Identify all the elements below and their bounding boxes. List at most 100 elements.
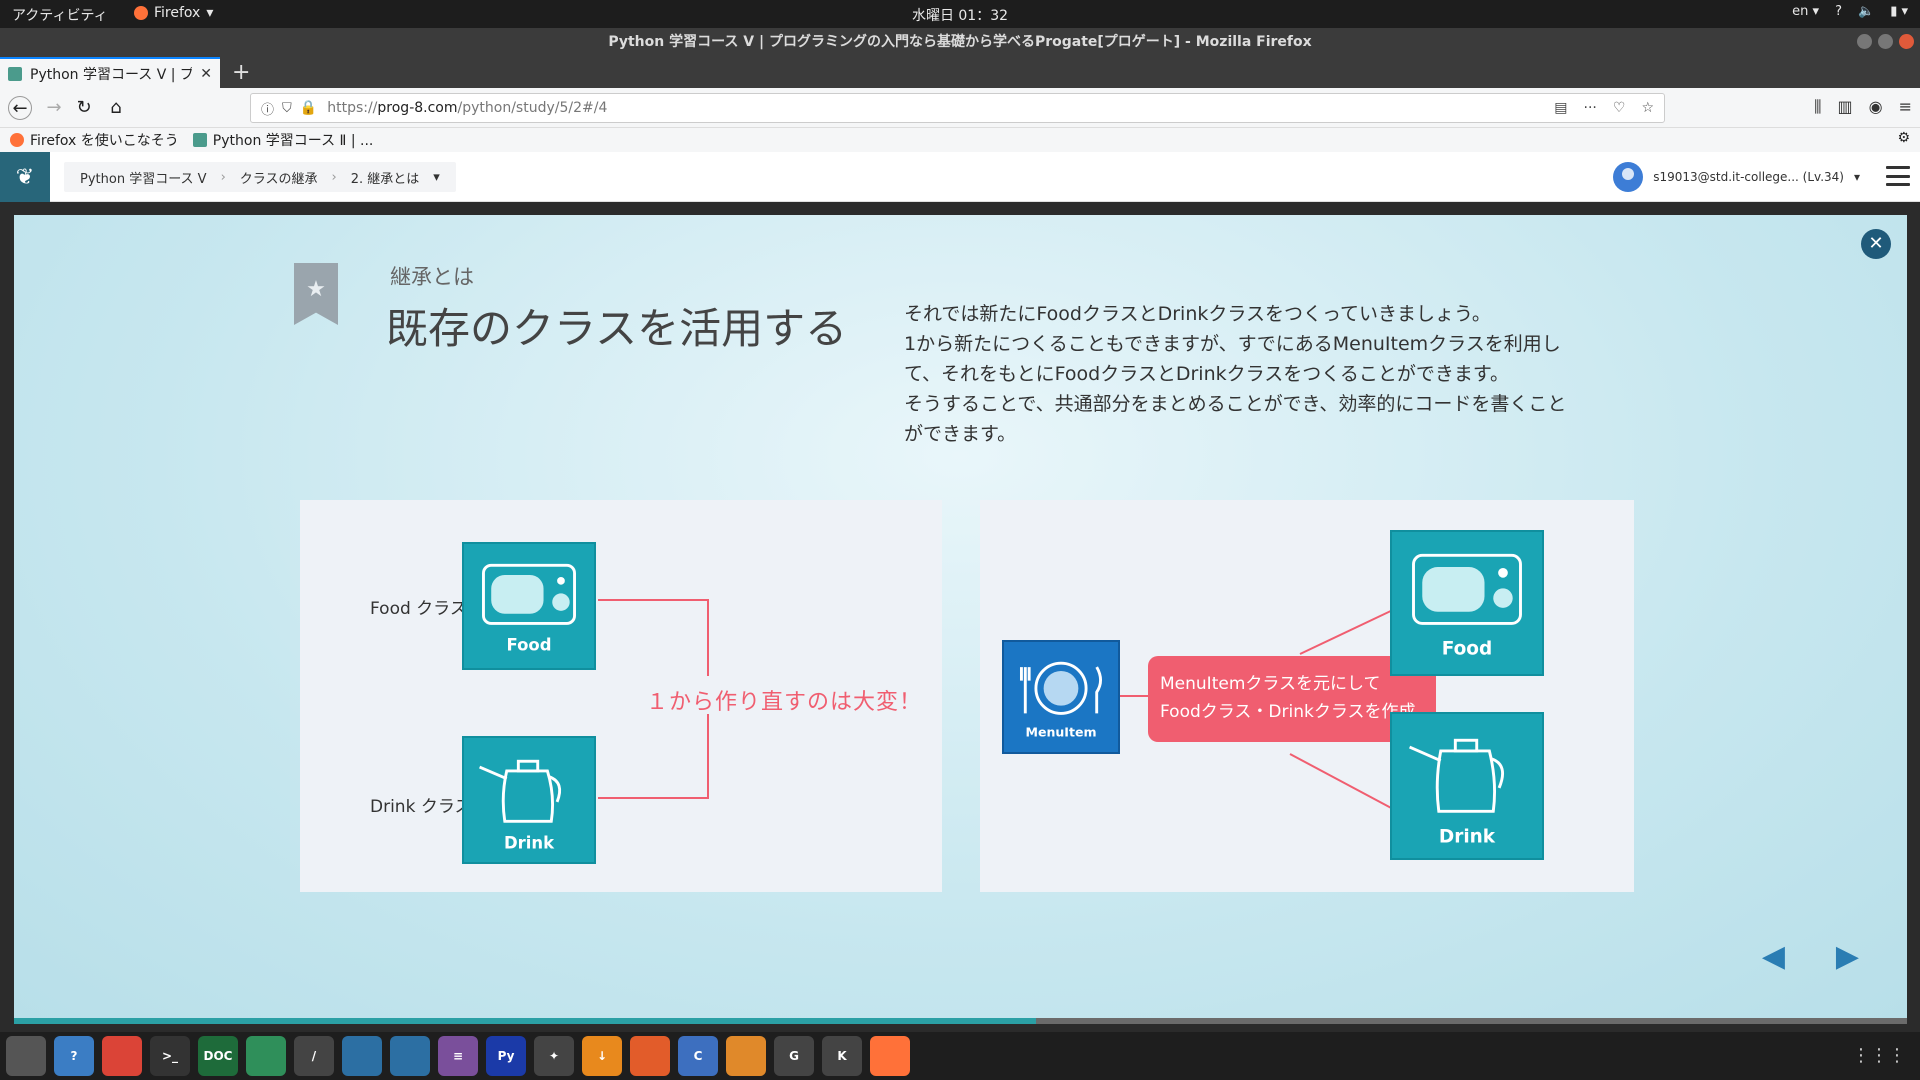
battery-icon[interactable]: ▮ ▾ <box>1890 4 1908 19</box>
tab-strip: Python 学習コース Ⅴ | プ ✕ + <box>0 57 1920 88</box>
close-slide-button[interactable]: ✕ <box>1861 229 1891 259</box>
food-icon: Food <box>1390 530 1544 676</box>
diagram-right-panel: MenuItem MenuItemクラスを元にして Foodクラス・Drinkク… <box>980 500 1634 892</box>
doc-icon[interactable]: DOC <box>198 1036 238 1076</box>
url-bar-actions: ▤ ··· ♡ ☆ <box>1554 100 1654 116</box>
info-icon[interactable]: ⓘ <box>261 99 274 118</box>
sparkle-icon[interactable]: ✦ <box>534 1036 574 1076</box>
new-tab-button[interactable]: + <box>232 60 250 85</box>
window-controls <box>1857 34 1914 49</box>
system-top-bar: アクティビティ Firefox ▾ 水曜日 01：32 en ▾ ? 🔈 ▮ ▾ <box>0 0 1920 28</box>
eclipse1-icon[interactable] <box>342 1036 382 1076</box>
warning-message: １から作り直すのは大変！ <box>646 690 923 715</box>
slide-title: 既存のクラスを活用する <box>386 304 848 353</box>
gear-icon[interactable]: ⚙ <box>1897 130 1910 146</box>
help-icon[interactable]: ? <box>54 1036 94 1076</box>
drink-icon-text: Drink <box>1439 826 1496 847</box>
food-icon: Food <box>462 542 596 670</box>
language-indicator[interactable]: en ▾ <box>1792 4 1819 19</box>
chevron-right-icon: › <box>331 169 337 185</box>
chevron-down-icon[interactable]: ▾ <box>433 170 440 185</box>
system-tray: en ▾ ? 🔈 ▮ ▾ <box>1792 4 1908 19</box>
sidebar-icon[interactable]: ▥ <box>1838 97 1853 117</box>
drink-icon: Drink <box>1390 712 1544 860</box>
drink-icon: Drink <box>462 736 596 864</box>
window-title: Python 学習コース Ⅴ | プログラミングの入門なら基礎から学べるProg… <box>608 34 1312 50</box>
url-bar[interactable]: ⓘ ⛉ 🔒 https://prog-8.com/python/study/5/… <box>250 93 1665 123</box>
avatar <box>1613 162 1644 192</box>
application-dock: ? >_ DOC / ≡ Py ✦ ↓ C G K <box>0 1032 1920 1080</box>
url-text[interactable]: https://prog-8.com/python/study/5/2#/4 <box>327 100 607 116</box>
sublime-icon[interactable]: / <box>294 1036 334 1076</box>
eclipse2-icon[interactable] <box>390 1036 430 1076</box>
food-icon-text: Food <box>1442 639 1492 660</box>
slide-description: それでは新たにFoodクラスとDrinkクラスをつくっていきましょう。 1から新… <box>904 303 1567 445</box>
tab-python-course[interactable]: Python 学習コース Ⅴ | プ ✕ <box>0 57 220 88</box>
home-button[interactable]: ⌂ <box>104 96 128 120</box>
food-class-label: Food クラス <box>370 599 467 619</box>
reload-button[interactable]: ↻ <box>72 96 96 120</box>
forward-button[interactable]: → <box>42 96 66 120</box>
k-app-icon[interactable]: K <box>822 1036 862 1076</box>
menuitem-icon-text: MenuItem <box>1025 725 1096 740</box>
bookmarks-toolbar: Firefox を使いこなそう Python 学習コース Ⅱ | ... ⚙ <box>0 128 1920 152</box>
firefox-icon[interactable] <box>870 1036 910 1076</box>
files-icon[interactable] <box>6 1036 46 1076</box>
prev-slide-button[interactable]: ◀ <box>1762 939 1785 974</box>
atom-icon[interactable] <box>246 1036 286 1076</box>
hamburger-menu-icon[interactable] <box>1886 166 1910 186</box>
menuitem-icon: MenuItem <box>1002 640 1120 754</box>
back-button[interactable]: ← <box>8 96 32 120</box>
bookmark-item[interactable]: Firefox を使いこなそう <box>10 130 179 150</box>
character-icon[interactable] <box>630 1036 670 1076</box>
show-applications-icon[interactable]: ⋮⋮⋮ <box>1852 1045 1906 1066</box>
breadcrumb-chapter[interactable]: クラスの継承 <box>240 168 318 187</box>
download-icon[interactable]: ↓ <box>582 1036 622 1076</box>
progate-favicon-icon <box>192 133 207 147</box>
food-icon-text: Food <box>507 636 552 655</box>
progress-fill <box>14 1018 1037 1024</box>
lock-icon[interactable]: 🔒 <box>300 100 317 116</box>
progate-favicon-icon <box>8 66 22 81</box>
pyizm-icon[interactable]: Py <box>486 1036 526 1076</box>
slide-modal: ✕ ★ 継承とは 既存のクラスを活用する それでは新たにFoodクラスとDrin… <box>14 215 1907 1018</box>
toolbar-right: ⫼ ▥ ◉ ≡ <box>1814 97 1912 117</box>
emacs-icon[interactable]: ≡ <box>438 1036 478 1076</box>
progate-header: ❦ Python 学習コース Ⅴ › クラスの継承 › 2. 継承とは ▾ s1… <box>0 152 1920 202</box>
g-app-icon[interactable]: G <box>774 1036 814 1076</box>
pocket-icon[interactable]: ♡ <box>1613 100 1626 116</box>
close-window-button[interactable] <box>1899 34 1914 49</box>
help-icon[interactable]: ? <box>1835 4 1842 19</box>
drink-icon-text: Drink <box>504 833 555 852</box>
breadcrumb-course[interactable]: Python 学習コース Ⅴ <box>80 168 207 187</box>
reader-view-icon[interactable]: ▤ <box>1554 100 1567 116</box>
tab-title: Python 学習コース Ⅴ | プ <box>30 66 193 83</box>
firefox-icon <box>10 133 24 147</box>
window-title-bar: Python 学習コース Ⅴ | プログラミングの入門なら基礎から学べるProg… <box>0 28 1920 57</box>
chevron-down-icon: ▾ <box>1853 170 1860 184</box>
bookmark-star-icon[interactable]: ★ <box>294 263 338 325</box>
tracking-protection-icon[interactable]: ⛉ <box>282 101 292 116</box>
volume-icon[interactable]: 🔈 <box>1858 4 1874 19</box>
breadcrumb-section[interactable]: 2. 継承とは <box>351 168 420 187</box>
bookmark-star-icon[interactable]: ☆ <box>1641 100 1654 116</box>
bookmark-item[interactable]: Python 学習コース Ⅱ | ... <box>192 130 373 150</box>
c-lang-icon[interactable]: C <box>678 1036 718 1076</box>
minimize-button[interactable] <box>1857 34 1872 49</box>
close-tab-icon[interactable]: ✕ <box>200 66 212 82</box>
clock[interactable]: 水曜日 01：32 <box>0 5 1920 25</box>
terminal-icon[interactable]: >_ <box>150 1036 190 1076</box>
page-actions-icon[interactable]: ··· <box>1584 100 1597 116</box>
chevron-right-icon: › <box>220 169 226 185</box>
chrome-icon[interactable] <box>102 1036 142 1076</box>
drink-class-label: Drink クラス <box>370 797 472 817</box>
account-icon[interactable]: ◉ <box>1869 97 1883 117</box>
maximize-button[interactable] <box>1878 34 1893 49</box>
library-icon[interactable]: ⫼ <box>1814 97 1821 117</box>
navigation-bar: ← → ↻ ⌂ ⓘ ⛉ 🔒 https://prog-8.com/python/… <box>0 88 1920 128</box>
next-slide-button[interactable]: ▶ <box>1836 939 1859 974</box>
user-menu[interactable]: s19013@std.it-college... (Lv.34) ▾ <box>1613 162 1860 192</box>
progate-logo-icon[interactable]: ❦ <box>0 152 50 202</box>
menu-icon[interactable]: ≡ <box>1899 97 1912 117</box>
network-icon[interactable] <box>726 1036 766 1076</box>
